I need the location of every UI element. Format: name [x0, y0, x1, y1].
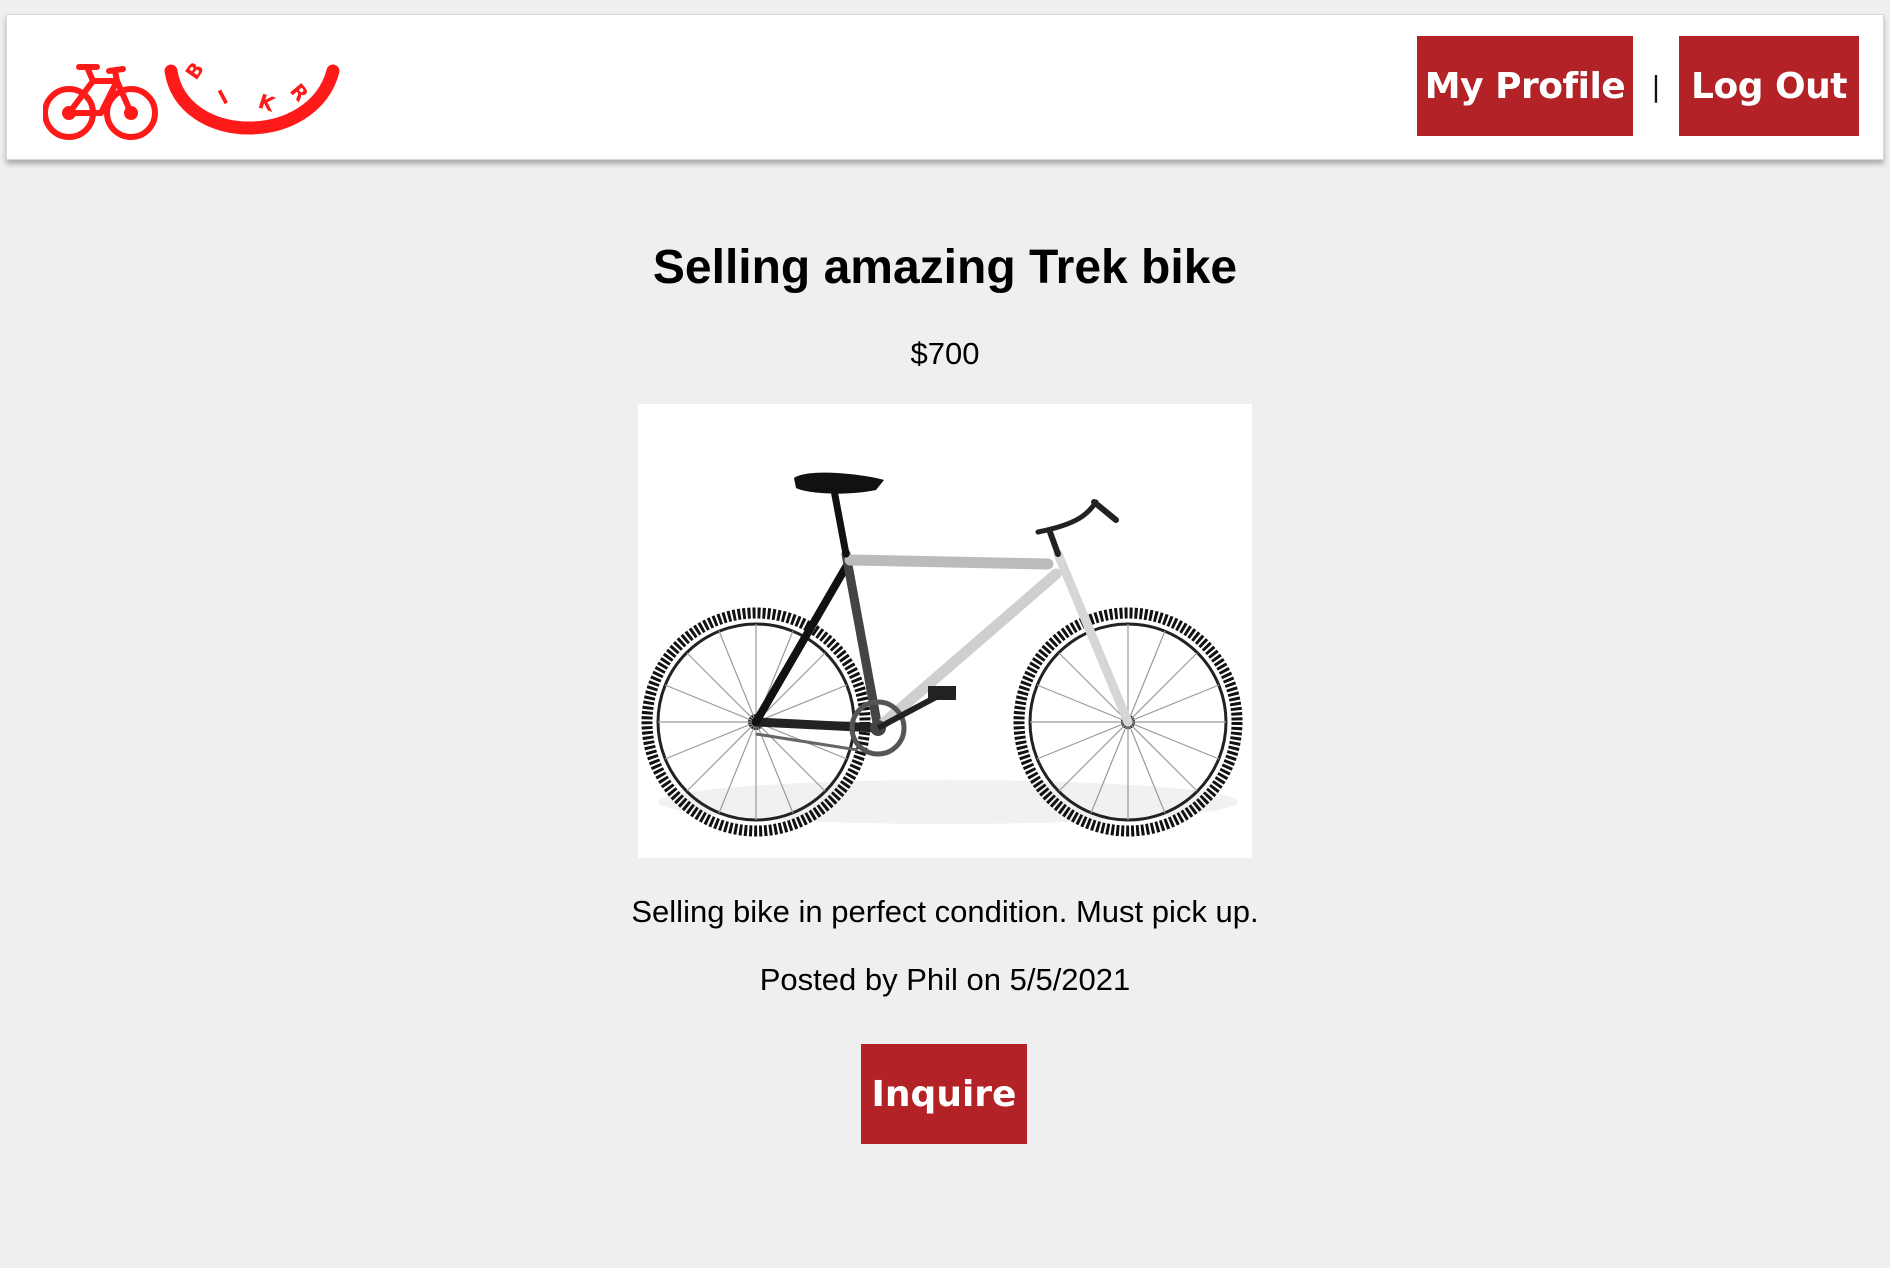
bicycle-image-icon — [641, 472, 1243, 837]
inquire-button[interactable]: Inquire — [861, 1044, 1027, 1144]
svg-text:B: B — [180, 58, 208, 84]
nav-separator: | — [1651, 69, 1661, 103]
svg-text:I: I — [214, 85, 232, 110]
listing-description: Selling bike in perfect condition. Must … — [631, 894, 1259, 929]
listing-photo — [638, 404, 1252, 858]
inquire-wrapper: Inquire — [0, 1044, 1890, 1144]
top-navbar: B I K R My Profile | Log Out — [6, 14, 1884, 160]
bikr-logo[interactable]: B I K R — [42, 47, 343, 147]
my-profile-button[interactable]: My Profile — [1417, 36, 1633, 136]
svg-text:K: K — [255, 89, 279, 117]
account-nav: My Profile | Log Out — [1417, 36, 1859, 136]
log-out-button[interactable]: Log Out — [1679, 36, 1859, 136]
bike-logo-icon: B I K R — [42, 58, 340, 140]
listing-price: $700 — [910, 336, 980, 371]
listing-posted-info: Posted by Phil on 5/5/2021 — [759, 962, 1131, 997]
listing-title: Selling amazing Trek bike — [652, 241, 1238, 294]
